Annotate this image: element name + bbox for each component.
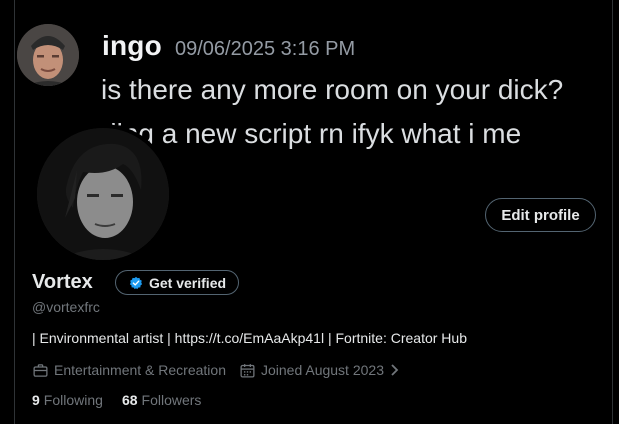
- profile-handle: @vortexfrc: [32, 299, 100, 315]
- profile-joined[interactable]: Joined August 2023: [239, 362, 399, 379]
- following-label: Following: [43, 392, 103, 408]
- follow-stats: 9 Following 68 Followers: [32, 392, 220, 408]
- banner-message-author: ingo: [102, 30, 162, 61]
- profile-joined-label: Joined August 2023: [260, 362, 384, 378]
- profile-category-label: Entertainment & Recreation: [54, 362, 226, 378]
- followers-link[interactable]: 68 Followers: [122, 392, 201, 408]
- verified-badge-icon: [129, 276, 143, 290]
- get-verified-label: Get verified: [149, 274, 227, 291]
- following-count: 9: [32, 392, 40, 408]
- chevron-right-icon: [390, 363, 399, 377]
- profile-page: ingo 09/06/2025 3:16 PM is there any mor…: [0, 0, 619, 424]
- followers-count: 68: [121, 392, 138, 408]
- banner-message-line-1: is there any more room on your dick?: [101, 74, 564, 105]
- following-link[interactable]: 9 Following: [32, 392, 103, 408]
- profile-meta-row: Entertainment & Recreation Joined August…: [32, 361, 412, 379]
- profile-category: Entertainment & Recreation: [32, 362, 226, 379]
- calendar-icon: [239, 362, 256, 379]
- briefcase-icon: [32, 362, 49, 379]
- followers-label: Followers: [141, 392, 202, 408]
- profile-avatar[interactable]: [37, 128, 169, 260]
- get-verified-button[interactable]: Get verified: [115, 270, 239, 295]
- edit-profile-button[interactable]: Edit profile: [485, 198, 596, 232]
- banner-message-line-2: ding a new script rn ifyk what i me: [101, 118, 522, 149]
- right-divider: [612, 0, 613, 424]
- banner-message-timestamp: 09/06/2025 3:16 PM: [175, 38, 356, 60]
- profile-display-name: Vortex: [32, 271, 93, 293]
- profile-bio: | Environmental artist | https://t.co/Em…: [32, 330, 467, 346]
- banner-message-avatar: [17, 24, 79, 86]
